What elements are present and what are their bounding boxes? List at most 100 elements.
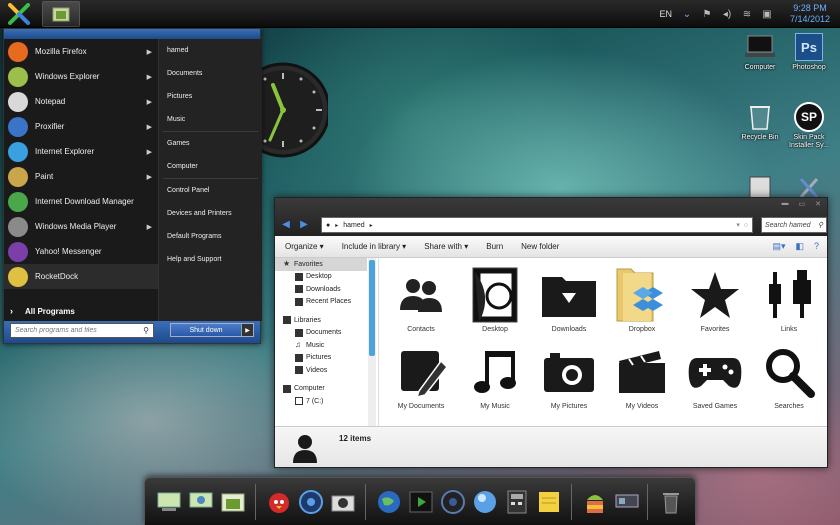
place-item-control-panel[interactable]: Control Panel — [159, 179, 262, 202]
nav-favorites[interactable]: ★ Favorites — [275, 258, 367, 271]
place-item-devices[interactable]: Devices and Printers — [159, 202, 262, 225]
submenu-arrow-icon[interactable]: ▶ — [147, 123, 152, 131]
folder-my-documents[interactable]: My Documents — [385, 343, 457, 410]
folder-my-pictures[interactable]: My Pictures — [533, 343, 605, 410]
place-item-computer[interactable]: Computer — [159, 155, 262, 178]
burn-button[interactable]: Burn — [486, 242, 503, 251]
network-dock-icon[interactable] — [187, 488, 215, 516]
program-item[interactable]: Yahoo! Messenger — [4, 239, 158, 264]
nav-item-downloads[interactable]: Downloads — [275, 283, 378, 296]
program-item[interactable]: RocketDock — [4, 264, 158, 289]
program-item[interactable]: Paint ▶ — [4, 164, 158, 189]
desktop-icon-skinpack[interactable]: SP Skin Pack Installer Sy... — [784, 102, 834, 150]
start-search-input[interactable] — [15, 327, 133, 334]
organize-button[interactable]: Organize ▾ — [285, 242, 324, 251]
place-item-games[interactable]: Games — [159, 132, 262, 155]
preview-pane-icon[interactable]: ◧ — [795, 241, 804, 252]
angry-birds-icon[interactable] — [265, 488, 293, 516]
nav-item-pictures[interactable]: Pictures — [275, 352, 378, 365]
address-bar[interactable]: ● ▸ hamed ▸ ▾ ○ — [321, 217, 753, 233]
search-icon[interactable]: ⚲ — [818, 221, 823, 229]
folder-favorites[interactable]: Favorites — [679, 266, 751, 333]
desktop-icon-recycle-bin[interactable]: Recycle Bin — [735, 102, 785, 142]
nav-item-drive-c[interactable]: 7 (C:) — [275, 395, 378, 408]
browser-dock-icon[interactable] — [297, 488, 325, 516]
media-player-dock-icon[interactable] — [407, 488, 435, 516]
nav-libraries[interactable]: Libraries — [275, 314, 378, 327]
volume-icon[interactable]: ◂) — [720, 7, 734, 21]
submenu-arrow-icon[interactable]: ▶ — [147, 148, 152, 156]
nav-item-music[interactable]: ♫ Music — [275, 339, 378, 352]
orb-dock-icon[interactable] — [471, 488, 499, 516]
camera-dock-icon[interactable] — [329, 488, 357, 516]
folder-downloads[interactable]: Downloads — [533, 266, 605, 333]
submenu-arrow-icon[interactable]: ▶ — [147, 98, 152, 106]
program-item[interactable]: Internet Explorer ▶ — [4, 139, 158, 164]
start-button[interactable] — [4, 2, 34, 26]
place-item-default-programs[interactable]: Default Programs — [159, 225, 262, 248]
scrollbar-thumb[interactable] — [369, 260, 375, 356]
computer-dock-icon[interactable] — [155, 488, 183, 516]
share-with-button[interactable]: Share with ▾ — [424, 242, 468, 251]
search-icon[interactable]: ⚲ — [143, 326, 149, 335]
folder-saved-games[interactable]: Saved Games — [679, 343, 751, 410]
program-item[interactable]: Windows Media Player ▶ — [4, 214, 158, 239]
language-indicator[interactable]: EN — [659, 9, 672, 19]
submenu-arrow-icon[interactable]: ▶ — [147, 173, 152, 181]
folder-dropbox[interactable]: Dropbox — [606, 266, 678, 333]
folder-my-videos[interactable]: My Videos — [606, 343, 678, 410]
include-in-library-button[interactable]: Include in library ▾ — [342, 242, 407, 251]
forward-arrow-icon[interactable]: ▶ — [297, 217, 311, 231]
nav-pane-scrollbar[interactable] — [368, 258, 376, 426]
desktop-icon-computer[interactable]: Computer — [735, 32, 785, 72]
shutdown-options-arrow-icon[interactable]: ▶ — [241, 324, 253, 336]
program-item[interactable]: Internet Download Manager — [4, 189, 158, 214]
nav-computer[interactable]: Computer — [275, 383, 378, 396]
speaker-dock-icon[interactable] — [439, 488, 467, 516]
program-item[interactable]: Notepad ▶ — [4, 89, 158, 114]
nav-item-desktop[interactable]: Desktop — [275, 271, 378, 284]
folder-searches[interactable]: Searches — [753, 343, 825, 410]
place-item-help[interactable]: Help and Support — [159, 248, 262, 271]
change-view-icon[interactable]: ▤▾ — [772, 241, 785, 252]
address-user[interactable]: hamed — [343, 222, 364, 229]
wifi-icon[interactable]: ≋ — [740, 7, 754, 21]
submenu-arrow-icon[interactable]: ▶ — [147, 73, 152, 81]
minimize-icon[interactable]: ▬ — [782, 200, 789, 208]
help-icon[interactable]: ? — [814, 241, 819, 252]
flag-icon[interactable]: ⚑ — [700, 7, 714, 21]
folder-desktop[interactable]: Desktop — [459, 266, 531, 333]
program-item[interactable]: Proxifier ▶ — [4, 114, 158, 139]
submenu-arrow-icon[interactable]: ▶ — [147, 48, 152, 56]
close-icon[interactable]: ✕ — [815, 200, 821, 208]
nav-item-recent-places[interactable]: Recent Places — [275, 296, 378, 309]
address-dropdown-icon[interactable]: ▾ ○ — [736, 221, 748, 229]
shutdown-button[interactable]: Shut down ▶ — [170, 323, 254, 337]
desktop-icon-photoshop[interactable]: Ps Photoshop — [784, 32, 834, 72]
nav-item-documents[interactable]: Documents — [275, 327, 378, 340]
globe-dock-icon[interactable] — [375, 488, 403, 516]
android-dock-icon[interactable] — [581, 488, 609, 516]
display-dock-icon[interactable] — [613, 488, 641, 516]
notes-dock-icon[interactable] — [535, 488, 563, 516]
folder-dock-icon[interactable] — [219, 488, 247, 516]
action-center-icon[interactable]: ▣ — [760, 7, 774, 21]
nav-item-videos[interactable]: Videos — [275, 364, 378, 377]
explorer-search-box[interactable]: Search hamed ⚲ — [761, 217, 827, 233]
folder-contacts[interactable]: Contacts — [385, 266, 457, 333]
start-search-box[interactable]: ⚲ — [10, 323, 154, 338]
calculator-dock-icon[interactable] — [503, 488, 531, 516]
clock[interactable]: 9:28 PM 7/14/2012 — [780, 3, 840, 25]
folder-links[interactable]: Links — [753, 266, 825, 333]
folder-my-music[interactable]: My Music — [459, 343, 531, 410]
new-folder-button[interactable]: New folder — [521, 242, 559, 251]
program-item[interactable]: Mozilla Firefox ▶ — [4, 39, 158, 64]
back-arrow-icon[interactable]: ◀ — [279, 217, 293, 231]
chevron-down-icon[interactable]: ⌄ — [680, 7, 694, 21]
maximize-icon[interactable]: ▭ — [799, 200, 806, 208]
program-item[interactable]: Windows Explorer ▶ — [4, 64, 158, 89]
place-item-user[interactable]: hamed — [159, 39, 262, 62]
taskbar-explorer-button[interactable] — [42, 1, 80, 27]
place-item-music[interactable]: Music — [159, 108, 262, 131]
all-programs-button[interactable]: › All Programs — [4, 301, 158, 321]
